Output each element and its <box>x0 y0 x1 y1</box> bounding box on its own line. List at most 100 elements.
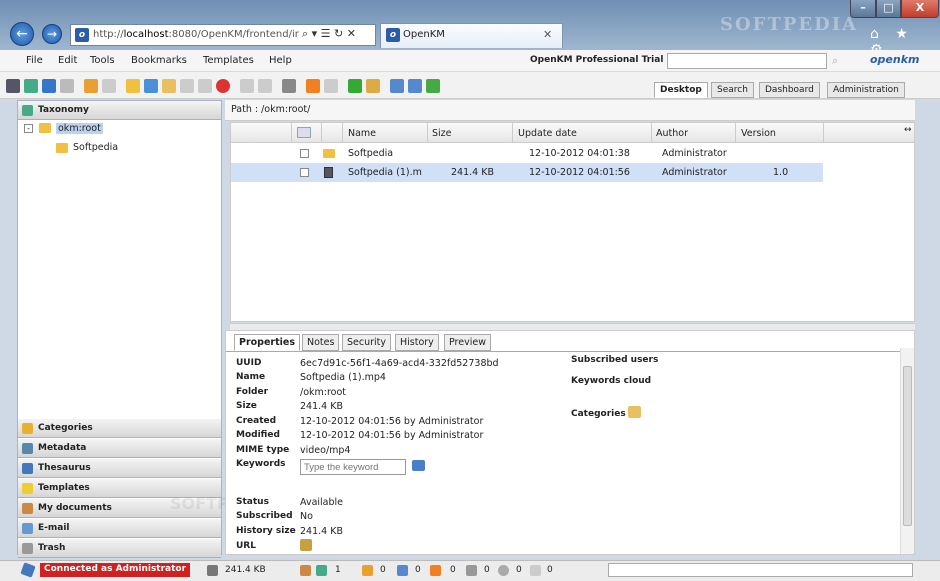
value-modified: 12-10-2012 04:01:56 by Administrator <box>300 430 484 441</box>
scroll-thumb[interactable] <box>903 366 912 526</box>
menu-help[interactable]: Help <box>269 55 292 66</box>
panel-trash[interactable]: Trash <box>18 539 221 558</box>
checkout-icon[interactable] <box>180 79 194 93</box>
refresh-icon[interactable] <box>348 79 362 93</box>
workflow-icon[interactable] <box>306 79 320 93</box>
panel-categories[interactable]: Categories <box>18 419 221 438</box>
properties-scrollbar[interactable] <box>900 348 914 554</box>
templates-icon <box>22 483 33 494</box>
workflow-icon[interactable] <box>430 565 441 576</box>
col-version[interactable]: Version <box>741 128 776 139</box>
edit-icon[interactable] <box>162 79 176 93</box>
maximize-button[interactable]: □ <box>876 0 901 18</box>
tab-desktop[interactable]: Desktop <box>654 82 708 98</box>
cancel-icon[interactable] <box>216 79 230 93</box>
nav-buttons: ← → <box>4 20 68 48</box>
url-copy-icon[interactable] <box>300 539 312 551</box>
tab-divider <box>226 351 914 352</box>
tab-security[interactable]: Security <box>342 334 392 351</box>
expand-columns-icon[interactable]: ↔ <box>904 125 912 135</box>
minimize-button[interactable]: – <box>850 0 876 18</box>
unlock-icon[interactable] <box>102 79 116 93</box>
value-created: 12-10-2012 04:01:56 by Administrator <box>300 416 484 427</box>
tree-child[interactable]: Softpedia <box>73 142 118 153</box>
categories-icon <box>22 423 33 434</box>
tab-title: OpenKM <box>403 29 445 40</box>
checkin-icon[interactable] <box>198 79 212 93</box>
tab-administration[interactable]: Administration <box>827 82 905 98</box>
export-icon[interactable] <box>426 79 440 93</box>
col-sep <box>823 123 824 143</box>
binoculars-icon[interactable] <box>6 79 20 93</box>
subscription-icon[interactable] <box>316 565 327 576</box>
tab-notes[interactable]: Notes <box>302 334 340 351</box>
taxonomy-header[interactable]: Taxonomy <box>18 101 221 120</box>
col-sep <box>342 123 343 143</box>
row-checkbox[interactable] <box>300 168 309 177</box>
home-icon[interactable] <box>366 79 380 93</box>
col-sep <box>735 123 736 143</box>
add-category-icon[interactable] <box>628 406 641 418</box>
tab-preview[interactable]: Preview <box>444 334 491 351</box>
uploader-icon[interactable] <box>408 79 422 93</box>
row-checkbox[interactable] <box>300 149 309 158</box>
back-arrow-icon[interactable]: ← <box>10 22 34 46</box>
cell-name: Softpedia <box>348 148 394 159</box>
col-update-date[interactable]: Update date <box>518 128 577 139</box>
tab-search[interactable]: Search <box>711 82 754 98</box>
col-author[interactable]: Author <box>656 128 688 139</box>
new-document-icon[interactable] <box>144 79 158 93</box>
menu-templates[interactable]: Templates <box>203 55 254 66</box>
status-count-3: 0 <box>415 565 421 575</box>
forward-arrow-icon[interactable]: → <box>42 24 62 44</box>
select-all-icon[interactable] <box>297 127 311 138</box>
connected-badge: Connected as Administrator <box>40 563 191 577</box>
locked-icon[interactable] <box>362 565 373 576</box>
keyword-input[interactable] <box>300 459 406 475</box>
tab-close-icon[interactable]: ✕ <box>543 28 552 41</box>
menu-tools[interactable]: Tools <box>90 55 115 66</box>
tree-root[interactable]: okm:root <box>56 123 103 134</box>
thesaurus-book-icon[interactable] <box>412 460 425 471</box>
folder-icon <box>39 123 51 133</box>
feed-icon[interactable] <box>530 565 541 576</box>
col-name[interactable]: Name <box>348 128 376 139</box>
col-size[interactable]: Size <box>432 128 452 139</box>
status-message-box <box>608 563 913 577</box>
gear-icon[interactable] <box>282 79 296 93</box>
tab-history[interactable]: History <box>395 334 439 351</box>
close-window-button[interactable]: X <box>901 0 939 18</box>
panel-metadata[interactable]: Metadata <box>18 439 221 458</box>
tag-icon[interactable] <box>466 565 477 576</box>
tab-properties[interactable]: Properties <box>234 334 300 351</box>
address-bar-icons[interactable]: ⌕ ▾ ☰ ↻ ✕ <box>302 27 376 41</box>
menu-edit[interactable]: Edit <box>58 55 77 66</box>
status-count-2: 0 <box>380 565 386 575</box>
gear-icon[interactable] <box>498 565 509 576</box>
search-icon[interactable]: ⌕ <box>832 54 838 68</box>
move-icon[interactable] <box>258 79 272 93</box>
print-icon[interactable] <box>60 79 74 93</box>
collapse-icon[interactable]: - <box>24 124 33 133</box>
copy-icon[interactable] <box>240 79 254 93</box>
bookmark-icon[interactable] <box>324 79 338 93</box>
label-size: Size <box>236 401 257 411</box>
browser-tab[interactable]: OpenKM <box>380 23 563 48</box>
lock-icon[interactable] <box>84 79 98 93</box>
value-status: Available <box>300 497 344 508</box>
panel-email[interactable]: E-mail <box>18 519 221 538</box>
tab-dashboard[interactable]: Dashboard <box>759 82 820 98</box>
table-row-selected[interactable]: Softpedia (1).m 241.4 KB 12-10-2012 04:0… <box>231 163 823 182</box>
menu-file[interactable]: File <box>26 55 43 66</box>
download-icon[interactable] <box>42 79 56 93</box>
panel-thesaurus[interactable]: Thesaurus <box>18 459 221 478</box>
quick-search-input[interactable] <box>667 53 827 69</box>
panel-label: Thesaurus <box>38 463 91 473</box>
checkout-icon[interactable] <box>397 565 408 576</box>
table-row[interactable]: Softpedia 12-10-2012 04:01:38 Administra… <box>231 144 823 163</box>
scanner-icon[interactable] <box>390 79 404 93</box>
new-folder-icon[interactable] <box>126 79 140 93</box>
menu-bookmarks[interactable]: Bookmarks <box>131 55 187 66</box>
address-host: localhost <box>123 29 169 40</box>
add-document-icon[interactable] <box>24 79 38 93</box>
